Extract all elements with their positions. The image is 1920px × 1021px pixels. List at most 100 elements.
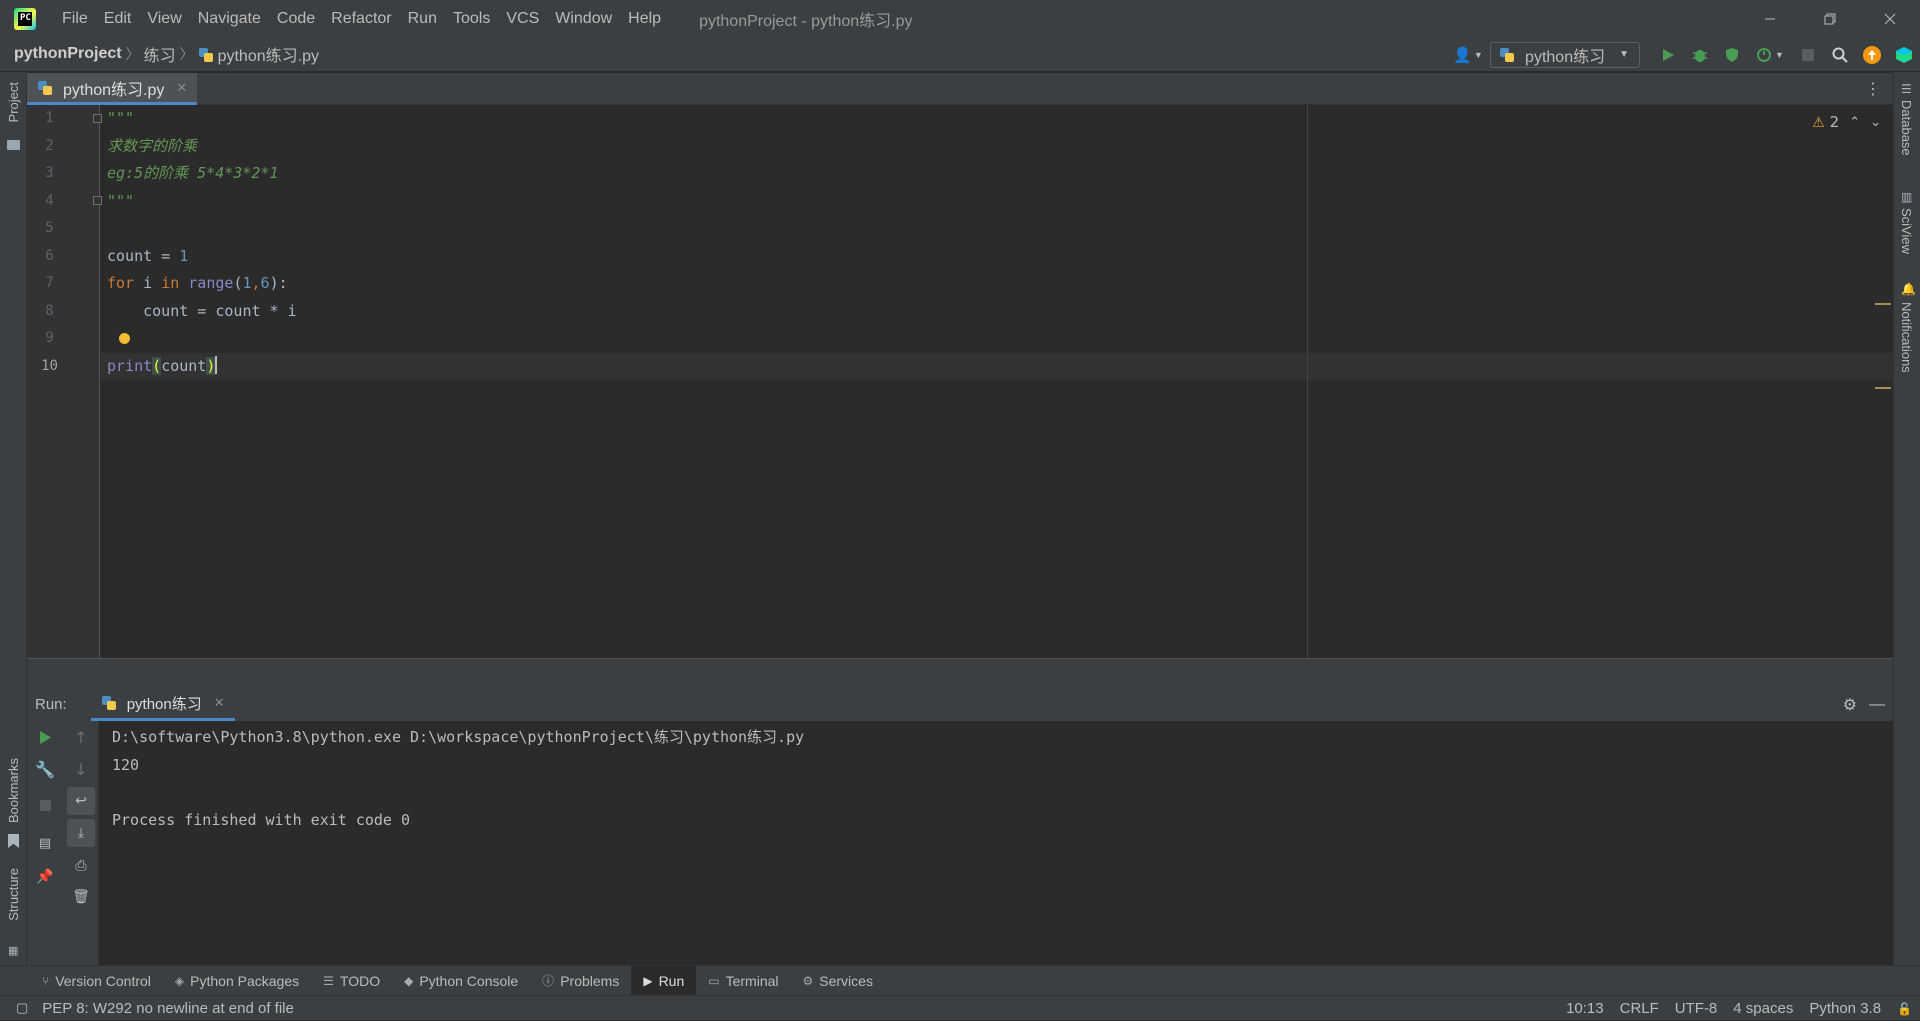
python-interpreter[interactable]: Python 3.8: [1809, 1000, 1881, 1017]
minimize-button[interactable]: [1740, 0, 1800, 37]
editor-tab[interactable]: python练习.py ✕: [27, 73, 198, 105]
number-token: 6: [260, 274, 270, 292]
line-number: 9: [45, 330, 54, 346]
stop-button[interactable]: [1792, 37, 1824, 72]
stop-button[interactable]: [27, 791, 63, 819]
debug-button[interactable]: [1684, 37, 1716, 72]
identifier-token: count: [107, 246, 153, 265]
code-editor[interactable]: 1 2 3 4 5 6 7 8 9 10 """ 求数字的阶乘 eg:5的阶乘 …: [27, 105, 1893, 658]
bell-icon: 🔔: [1901, 282, 1916, 296]
menu-run[interactable]: Run: [400, 0, 445, 37]
python-console-tool-button[interactable]: ◆ Python Console: [392, 966, 530, 996]
previous-highlight-icon[interactable]: ⌃: [1849, 115, 1860, 130]
close-window-button[interactable]: [1860, 0, 1920, 37]
menu-help[interactable]: Help: [620, 0, 669, 37]
todo-tool-button[interactable]: ☰ TODO: [311, 966, 392, 996]
services-label: Services: [819, 972, 873, 989]
breadcrumb-folder[interactable]: 练习: [144, 42, 176, 66]
menu-code[interactable]: Code: [269, 0, 323, 37]
indent-setting[interactable]: 4 spaces: [1733, 1000, 1793, 1017]
database-tool-button[interactable]: ☰ Database: [1894, 82, 1920, 172]
menu-window[interactable]: Window: [547, 0, 620, 37]
terminal-tool-button[interactable]: ▭ Terminal: [696, 966, 790, 996]
soft-wrap-icon: ↩: [75, 793, 87, 809]
menu-navigate[interactable]: Navigate: [190, 0, 269, 37]
breadcrumb-project[interactable]: pythonProject: [14, 45, 122, 63]
python-packages-label: Python Packages: [190, 972, 300, 989]
lightbulb-icon[interactable]: [117, 325, 131, 353]
run-tab-label: python练习: [126, 695, 202, 713]
menu-file[interactable]: File: [54, 0, 96, 37]
caret-position[interactable]: 10:13: [1566, 1000, 1604, 1017]
sciview-tool-button[interactable]: ▥ SciView: [1894, 190, 1920, 270]
pin-icon: 📌: [36, 869, 54, 885]
bookmarks-tool-button[interactable]: Bookmarks: [0, 752, 27, 852]
statement-token: count = count * i: [107, 301, 297, 320]
layout-button[interactable]: ▤: [27, 829, 63, 857]
lock-icon[interactable]: 🔓: [1897, 1002, 1912, 1016]
run-button[interactable]: [1652, 37, 1684, 72]
clear-all-button[interactable]: 🗑: [63, 883, 99, 911]
version-control-tool-button[interactable]: ⑂ Version Control: [30, 966, 163, 996]
project-tool-button[interactable]: Project: [0, 78, 27, 158]
pin-tab-button[interactable]: 📌: [27, 863, 63, 891]
number-token: 1: [242, 274, 252, 292]
database-icon: ☰: [1901, 82, 1912, 96]
updates-button[interactable]: [1856, 37, 1888, 72]
print-button[interactable]: ⎙: [63, 852, 99, 880]
gear-icon[interactable]: ⚙: [1843, 695, 1857, 715]
run-configuration-selector[interactable]: python练习 ▼: [1490, 41, 1640, 68]
next-highlight-icon[interactable]: ⌄: [1870, 115, 1881, 130]
hide-panel-icon[interactable]: —: [1869, 696, 1885, 714]
sciview-icon: ▥: [1901, 190, 1913, 204]
breadcrumb-file[interactable]: python练习.py: [198, 42, 319, 66]
scroll-up-button[interactable]: ↑: [63, 723, 99, 751]
terminal-label: Terminal: [725, 972, 779, 989]
warning-stripe-marker[interactable]: [1875, 303, 1891, 305]
fold-icon[interactable]: [93, 196, 102, 205]
panel-splitter[interactable]: [27, 658, 1893, 688]
line-separator[interactable]: CRLF: [1620, 1000, 1659, 1017]
python-packages-tool-button[interactable]: ◈ Python Packages: [163, 966, 311, 996]
code-line: for i in range(1,6):: [107, 270, 288, 298]
close-tab-icon[interactable]: ✕: [176, 80, 187, 96]
search-everywhere-button[interactable]: [1824, 37, 1856, 72]
fold-icon[interactable]: [93, 114, 102, 123]
file-encoding[interactable]: UTF-8: [1675, 1000, 1718, 1017]
restore-button[interactable]: [1800, 0, 1860, 37]
services-tool-button[interactable]: ⚙ Services: [791, 966, 885, 996]
toolbox-button[interactable]: [1888, 37, 1920, 72]
problems-tool-button[interactable]: ⓘ Problems: [530, 966, 631, 996]
toggle-tool-windows-icon[interactable]: ▢: [16, 1000, 28, 1016]
warning-indicator[interactable]: ⚠ 2: [1812, 113, 1839, 131]
soft-wrap-button[interactable]: ↩: [67, 787, 95, 815]
account-button[interactable]: 👤 ▼: [1446, 37, 1490, 72]
scroll-to-end-button[interactable]: ⤓: [67, 819, 95, 847]
scroll-down-button[interactable]: ↓: [63, 755, 99, 783]
coverage-button[interactable]: [1716, 37, 1748, 72]
menu-tools[interactable]: Tools: [445, 0, 498, 37]
status-message[interactable]: PEP 8: W292 no newline at end of file: [42, 1000, 294, 1017]
docstring-token: eg:5的阶乘 5*4*3*2*1: [107, 164, 279, 182]
console-output[interactable]: D:\software\Python3.8\python.exe D:\work…: [112, 724, 804, 834]
edit-configuration-button[interactable]: 🔧: [27, 755, 63, 783]
run-tab[interactable]: python练习 ✕: [90, 688, 235, 721]
more-actions-icon[interactable]: ⋮: [1865, 79, 1881, 98]
menu-refactor[interactable]: Refactor: [323, 0, 399, 37]
arrow-down-icon: ↓: [74, 759, 88, 779]
warning-stripe-marker[interactable]: [1875, 387, 1891, 389]
inspection-widget[interactable]: ⚠ 2 ⌃ ⌄: [1812, 113, 1881, 131]
line-number: 4: [45, 192, 54, 209]
rerun-button[interactable]: [27, 723, 63, 751]
structure-tool-button[interactable]: Structure ▦: [0, 862, 27, 962]
profile-button[interactable]: ▼: [1748, 37, 1792, 72]
menu-edit[interactable]: Edit: [96, 0, 140, 37]
notifications-tool-button[interactable]: 🔔 Notifications: [1894, 282, 1920, 392]
run-tool-button[interactable]: ▶ Run: [631, 965, 697, 996]
paren-token: (: [152, 356, 162, 375]
arrow-up-icon: ↑: [74, 727, 88, 747]
close-tab-icon[interactable]: ✕: [214, 695, 225, 711]
menu-vcs[interactable]: VCS: [498, 0, 547, 37]
menu-view[interactable]: View: [139, 0, 189, 37]
